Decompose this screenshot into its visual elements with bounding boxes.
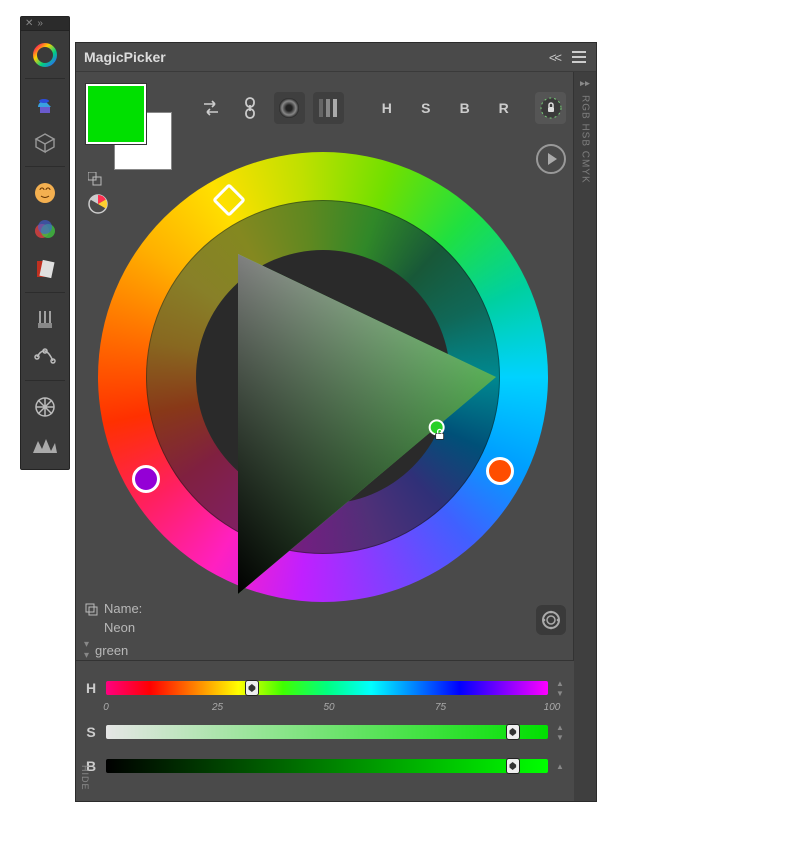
- tone-ring-icon[interactable]: [274, 92, 305, 124]
- hide-label[interactable]: HIDE: [80, 765, 90, 791]
- color-lock-button[interactable]: [535, 92, 566, 124]
- hue-mode-button[interactable]: H: [371, 92, 402, 124]
- saturation-slider[interactable]: [106, 725, 548, 739]
- close-icon[interactable]: ✕: [25, 18, 33, 29]
- hue-slider-thumb[interactable]: [245, 680, 259, 696]
- foreground-swatch[interactable]: [86, 84, 146, 144]
- color-wheel[interactable]: [98, 152, 548, 602]
- tick-label: 0: [103, 702, 109, 713]
- panel-menu-button[interactable]: [570, 49, 588, 65]
- swap-arrows-icon[interactable]: [196, 92, 227, 124]
- palette-face-icon[interactable]: [27, 175, 63, 211]
- hsb-sliders: H ▲▼ 0255075100 S ▲▼: [76, 660, 574, 801]
- tick-label: 25: [212, 702, 223, 713]
- wheel-spoke-icon[interactable]: [27, 389, 63, 425]
- color-name-value-2: green: [95, 643, 128, 658]
- vertical-bars-icon[interactable]: [313, 92, 344, 124]
- expand-icon[interactable]: »: [37, 18, 43, 29]
- brightness-mode-button[interactable]: B: [449, 92, 480, 124]
- mountains-icon[interactable]: [27, 427, 63, 463]
- tick-label: 100: [544, 702, 561, 713]
- color-name-area: Name: Neon ▾▾ green: [84, 601, 142, 661]
- panel-title: MagicPicker: [84, 49, 549, 65]
- sv-triangle[interactable]: [98, 152, 548, 602]
- brushes-icon[interactable]: [27, 301, 63, 337]
- color-space-label: RGB HSB CMYK: [580, 95, 591, 184]
- brightness-slider[interactable]: [106, 759, 548, 773]
- red-mode-button[interactable]: R: [488, 92, 519, 124]
- hue-slider-label: H: [76, 680, 106, 696]
- swatch-book-icon[interactable]: [27, 251, 63, 287]
- curves-icon[interactable]: [27, 339, 63, 375]
- picker-toolbar: HSBR: [196, 92, 566, 124]
- picker-ring-icon[interactable]: [27, 37, 63, 73]
- complement-marker-a[interactable]: [486, 457, 514, 485]
- panel-header: MagicPicker <<: [76, 43, 596, 72]
- chevron-down-icon[interactable]: ▾▾: [84, 639, 89, 661]
- saturation-mode-button[interactable]: S: [410, 92, 441, 124]
- hue-slider[interactable]: [106, 681, 548, 695]
- tick-label: 50: [323, 702, 334, 713]
- tick-label: 75: [435, 702, 446, 713]
- color-name-value-1: Neon: [104, 620, 135, 635]
- brightness-slider-thumb[interactable]: [506, 758, 520, 774]
- color-space-tabs[interactable]: ◂◂ RGB HSB CMYK: [573, 72, 596, 801]
- copy-icon[interactable]: [84, 602, 98, 616]
- mixer-icon[interactable]: [27, 213, 63, 249]
- complement-marker-b[interactable]: [132, 465, 160, 493]
- link-icon[interactable]: [235, 92, 266, 124]
- scheme-ring-button[interactable]: [536, 605, 566, 635]
- cube-icon[interactable]: [27, 125, 63, 161]
- color-picker-panel: MagicPicker << ◂◂ RGB HSB CMYK: [75, 42, 597, 802]
- chevron-left-icon: ◂◂: [580, 78, 590, 89]
- tool-sidebar: ✕ »: [20, 16, 70, 470]
- paint-bucket-icon[interactable]: [27, 87, 63, 123]
- collapse-panel-button[interactable]: <<: [549, 50, 560, 65]
- saturation-slider-thumb[interactable]: [506, 724, 520, 740]
- color-name-label: Name:: [104, 601, 142, 616]
